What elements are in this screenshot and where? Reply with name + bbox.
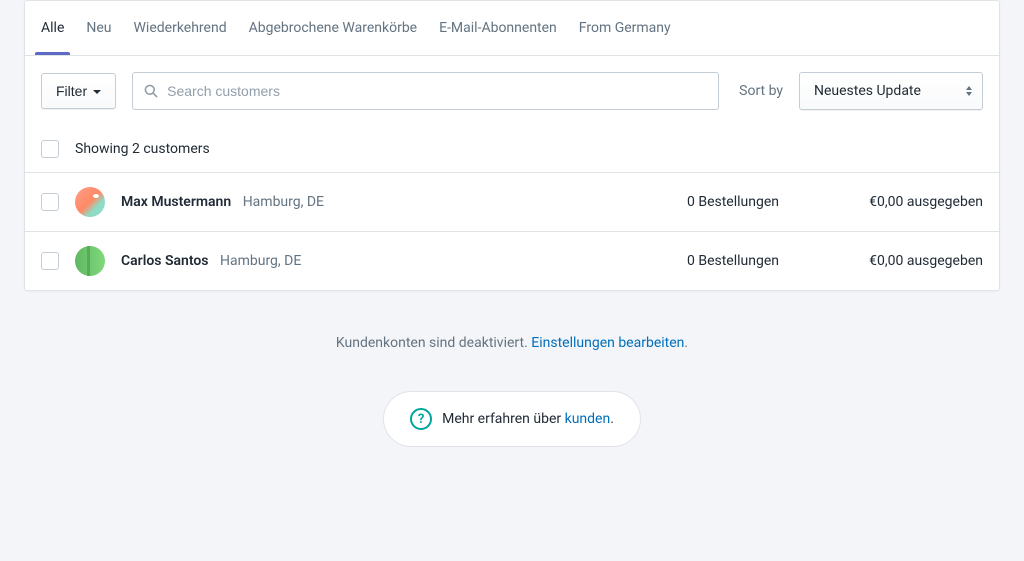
help-suffix: . [610, 411, 614, 427]
tab-alle[interactable]: Alle [41, 1, 64, 55]
select-all-checkbox[interactable] [41, 140, 59, 158]
customer-location: Hamburg, DE [243, 194, 324, 210]
customer-orders: 0 Bestellungen [687, 253, 817, 269]
filter-button[interactable]: Filter [41, 73, 116, 109]
customer-location: Hamburg, DE [220, 253, 301, 269]
tab-abgebrochene[interactable]: Abgebrochene Warenkörbe [249, 1, 418, 55]
caret-down-icon [93, 90, 101, 94]
sort-select[interactable]: Neuestes Update [799, 72, 983, 110]
customer-spent: €0,00 ausgegeben [833, 253, 983, 269]
search-field[interactable] [132, 72, 719, 110]
customers-card: Alle Neu Wiederkehrend Abgebrochene Ware… [24, 0, 1000, 291]
showing-count: Showing 2 customers [75, 141, 210, 157]
tab-wiederkehrend[interactable]: Wiederkehrend [134, 1, 227, 55]
edit-settings-link[interactable]: Einstellungen bearbeiten [531, 335, 684, 351]
customer-name: Carlos Santos [121, 253, 209, 269]
help-pill[interactable]: ? Mehr erfahren über kunden. [383, 391, 641, 447]
customer-spent: €0,00 ausgegeben [833, 194, 983, 210]
row-checkbox[interactable] [41, 193, 59, 211]
toolbar: Filter Sort by Neuestes Update [25, 56, 999, 126]
avatar [75, 187, 105, 217]
tab-neu[interactable]: Neu [86, 1, 111, 55]
table-row[interactable]: Max Mustermann Hamburg, DE 0 Bestellunge… [25, 173, 999, 232]
tab-from-germany[interactable]: From Germany [579, 1, 671, 55]
help-prefix: Mehr erfahren über [442, 411, 565, 427]
tab-email-abonnenten[interactable]: E-Mail-Abonnenten [439, 1, 557, 55]
notice-text: Kundenkonten sind deaktiviert. [336, 335, 531, 351]
customer-orders: 0 Bestellungen [687, 194, 817, 210]
customer-name: Max Mustermann [121, 194, 231, 210]
accounts-disabled-notice: Kundenkonten sind deaktiviert. Einstellu… [24, 335, 1000, 351]
search-icon [143, 83, 159, 99]
help-icon: ? [410, 408, 432, 430]
avatar [75, 246, 105, 276]
search-input[interactable] [167, 83, 708, 99]
sort-selected-value: Neuestes Update [814, 83, 921, 99]
sort-by-label: Sort by [739, 83, 783, 99]
help-link[interactable]: kunden [565, 411, 611, 427]
tabs: Alle Neu Wiederkehrend Abgebrochene Ware… [25, 1, 999, 56]
row-checkbox[interactable] [41, 252, 59, 270]
notice-suffix: . [684, 335, 688, 351]
table-header: Showing 2 customers [25, 126, 999, 173]
filter-button-label: Filter [56, 83, 87, 99]
table-row[interactable]: Carlos Santos Hamburg, DE 0 Bestellungen… [25, 232, 999, 290]
select-caret-icon [966, 86, 972, 96]
